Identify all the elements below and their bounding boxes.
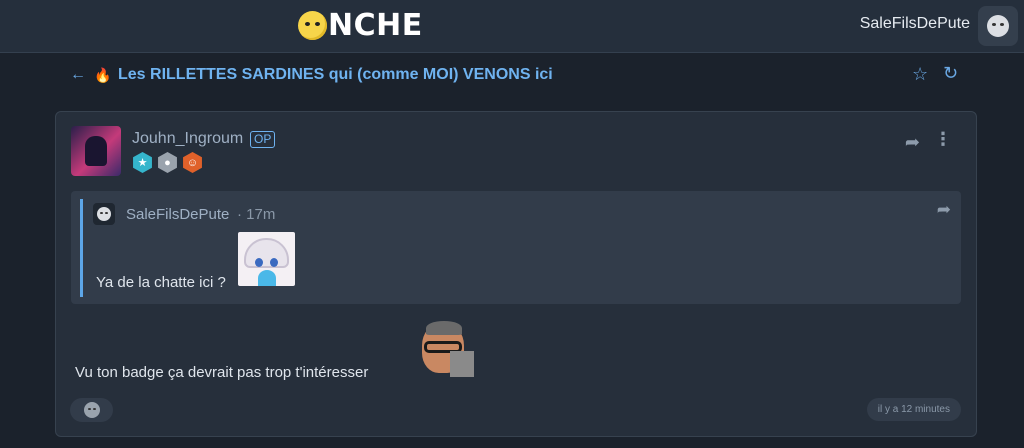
post-timestamp: il y a 12 minutes [866,398,961,421]
author-avatar[interactable] [71,126,121,176]
reaction-smiley-icon [83,402,100,418]
anime-girl-sticker [238,232,295,286]
quote-text: Ya de la chatte ici ? [96,274,226,291]
author-badges: ★ ● ☺ [132,152,203,173]
topic-title[interactable]: Les RILLETTES SARDINES qui (comme MOI) V… [118,66,553,84]
user-avatar[interactable] [978,6,1018,46]
reaction-button[interactable] [70,398,113,422]
quoted-message: SaleFilsDePute · 17m ➦ Ya de la chatte i… [71,191,961,304]
topic-bar: ← 🔥 Les RILLETTES SARDINES qui (comme MO… [70,62,970,88]
avatar-smiley-icon [97,207,111,221]
current-username[interactable]: SaleFilsDePute [860,15,970,33]
post-author[interactable]: Jouhn_Ingroum [132,130,243,148]
site-logo[interactable]: NCHE [298,7,423,43]
post-card: Jouhn_Ingroum OP ★ ● ☺ ➦ ⋮ SaleFilsDePut… [55,111,977,437]
top-bar: NCHE SaleFilsDePute [0,0,1024,53]
quote-border [80,199,83,297]
logo-text: NCHE [328,7,423,43]
photo-badge-icon[interactable]: ● [158,152,177,173]
more-vertical-icon[interactable]: ⋮ [934,129,952,150]
quote-author[interactable]: SaleFilsDePute [126,206,229,223]
avatar-smiley-icon [987,15,1009,37]
share-icon[interactable]: ➦ [937,200,951,220]
arrow-left-icon[interactable]: ← [70,66,88,84]
star-badge-icon[interactable]: ★ [133,152,152,173]
quote-author-avatar[interactable] [93,203,115,225]
refresh-icon[interactable]: ↻ [943,63,958,84]
quote-time: · 17m [237,206,276,223]
share-icon[interactable]: ➦ [905,132,920,153]
face-badge-icon[interactable]: ☺ [183,152,202,173]
post-text: Vu ton badge ça devrait pas trop t'intér… [75,364,369,381]
onche-smiley-icon [298,10,327,40]
fire-icon: 🔥 [94,66,112,83]
glasses-man-sticker [410,321,474,377]
op-badge: OP [250,131,276,148]
star-icon[interactable]: ☆ [912,64,928,85]
